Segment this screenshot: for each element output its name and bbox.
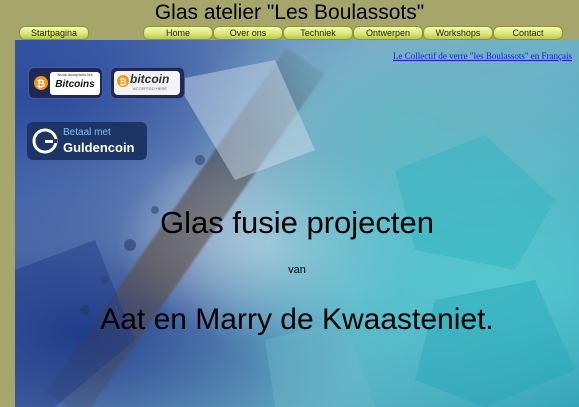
svg-text:₿: ₿ [119,77,126,87]
guldencoin-line1: Betaal met [63,127,111,138]
bitcoin-icon: ₿ [117,75,129,87]
svg-text:₿: ₿ [37,78,45,90]
bitcoin-icon: ₿ [34,76,48,90]
glass-background-panel: Le Collectif de verre "les Boulassots" e… [15,40,579,407]
bitcoin-accept-big-text: Bitcoins [55,79,95,90]
nav-over-ons[interactable]: Over ons [213,26,283,40]
authors-heading: Aat en Marry de Kwaasteniet. [100,303,494,336]
bitcoin-accepted-badge[interactable]: ₿ Nous acceptons les Bitcoins [28,67,103,99]
nav-contact[interactable]: Contact [493,26,563,40]
french-language-link[interactable]: Le Collectif de verre "les Boulassots" e… [393,51,572,61]
nav-startpagina[interactable]: Startpagina [19,26,89,40]
guldencoin-line2: Guldencoin [63,140,135,155]
nav-home[interactable]: Home [143,26,213,40]
guldencoin-g-icon [32,128,58,154]
nav-workshops[interactable]: Workshops [423,26,493,40]
nav-techniek[interactable]: Techniek [283,26,353,40]
bitcoin-logo-text: bitcoin [130,72,170,86]
van-text: van [288,264,306,276]
bitcoin-accepted-here-badge[interactable]: ₿ bitcoin ACCEPTED HERE [110,67,185,99]
page-heading: Glas fusie projecten [160,205,434,240]
guldencoin-badge[interactable]: Betaal met Guldencoin [27,122,147,160]
bitcoin-accepted-here-text: ACCEPTED HERE [133,86,168,91]
nav-ontwerpen[interactable]: Ontwerpen [353,26,423,40]
site-title: Glas atelier "Les Boulassots" [154,1,425,24]
